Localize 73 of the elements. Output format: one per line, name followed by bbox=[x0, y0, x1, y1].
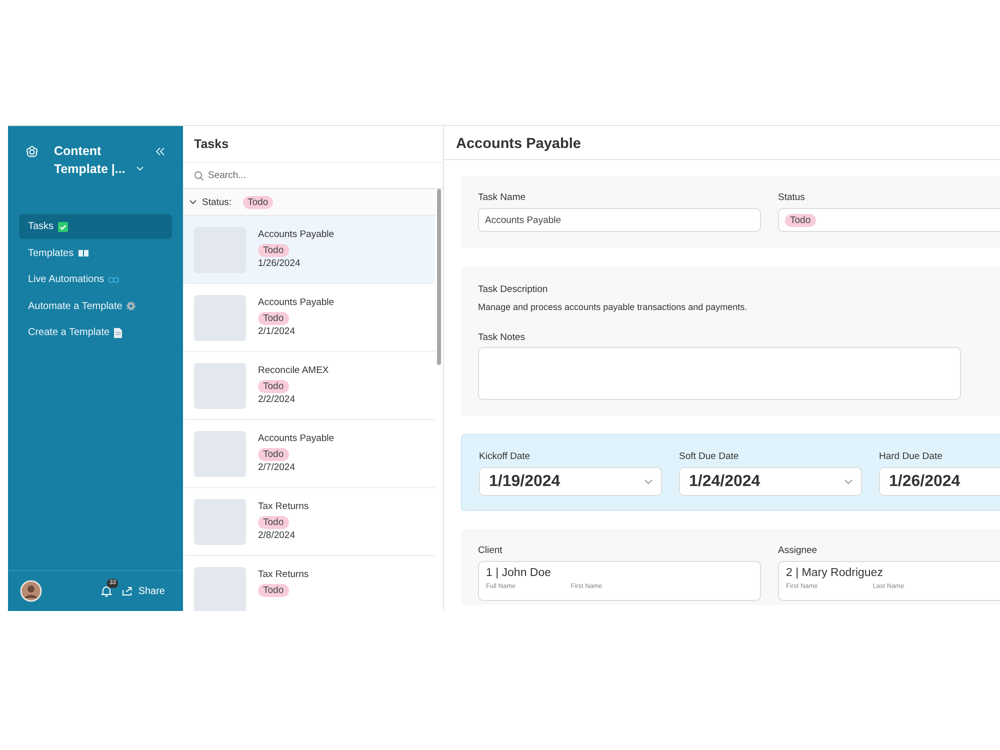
task-name-field[interactable]: Accounts Payable bbox=[478, 208, 761, 232]
thumbnail-placeholder bbox=[194, 499, 246, 545]
nav-item[interactable]: Automate a Template bbox=[19, 294, 172, 318]
task-date: 1/26/2024 bbox=[258, 258, 302, 269]
status-tag: Todo bbox=[785, 214, 816, 226]
panel-title: Tasks bbox=[183, 126, 443, 163]
nav-item[interactable]: Live Automations bbox=[19, 267, 172, 292]
task-title: Reconcile AMEX bbox=[258, 365, 329, 376]
description-text: Manage and process accounts payable transactions and payments. bbox=[478, 302, 748, 312]
status-tag: Todo bbox=[258, 380, 289, 393]
field-label: Client bbox=[478, 545, 504, 556]
nav-item[interactable]: Templates bbox=[19, 240, 172, 266]
task-title: Accounts Payable bbox=[258, 433, 334, 444]
caret-icon bbox=[844, 478, 853, 484]
task-date: 2/8/2024 bbox=[258, 530, 296, 541]
collapse-icon[interactable] bbox=[155, 147, 165, 156]
thumbnail-placeholder bbox=[194, 295, 246, 341]
bell-icon[interactable] bbox=[101, 585, 112, 597]
status-field[interactable]: Todo bbox=[778, 208, 1000, 232]
status-tag: Todo bbox=[258, 312, 289, 325]
scrollbar[interactable] bbox=[437, 189, 441, 365]
detail-title: Accounts Payable bbox=[444, 126, 1000, 160]
checkmark-icon bbox=[58, 222, 68, 232]
avatar[interactable] bbox=[20, 580, 42, 602]
date-field[interactable]: 1/19/2024 bbox=[479, 467, 662, 496]
search-icon bbox=[194, 170, 204, 180]
task-date: 2/2/2024 bbox=[258, 394, 296, 405]
field-label: Task Description bbox=[478, 284, 549, 295]
status-tag: Todo bbox=[258, 516, 289, 529]
search-field[interactable]: Search... bbox=[208, 170, 408, 181]
caret-icon[interactable] bbox=[189, 199, 197, 205]
task-date: 2/1/2024 bbox=[258, 326, 296, 337]
share-button[interactable]: Share bbox=[122, 586, 171, 596]
task-title: Accounts Payable bbox=[258, 229, 334, 240]
task-item[interactable]: Accounts Payable Todo 2/1/2024 bbox=[183, 284, 435, 352]
field-label: Status bbox=[778, 192, 806, 203]
link-icon bbox=[108, 276, 120, 282]
document-icon bbox=[114, 328, 122, 338]
date-field[interactable]: 1/26/2024 bbox=[879, 467, 1000, 496]
status-tag: Todo bbox=[242, 196, 274, 208]
field-label: Task Name bbox=[478, 192, 527, 203]
nav-item[interactable]: Create a Template bbox=[19, 320, 172, 345]
share-icon bbox=[122, 586, 134, 596]
task-item[interactable]: Accounts Payable Todo 2/7/2024 bbox=[183, 420, 435, 488]
person-value: 1 | John Doe bbox=[486, 567, 552, 579]
field-label: Assignee bbox=[778, 545, 818, 556]
book-icon bbox=[78, 249, 89, 257]
person-value: 2 | Mary Rodriguez bbox=[786, 567, 884, 579]
group-label: Status: bbox=[202, 196, 232, 208]
gear-icon bbox=[126, 301, 136, 311]
flower-icon bbox=[25, 145, 39, 159]
status-tag: Todo bbox=[258, 448, 289, 461]
field-label: Kickoff Date bbox=[479, 451, 532, 462]
status-tag: Todo bbox=[258, 584, 289, 597]
date-field[interactable]: 1/24/2024 bbox=[679, 467, 862, 496]
task-item[interactable]: Reconcile AMEX Todo 2/2/2024 bbox=[183, 352, 435, 420]
task-item[interactable]: Tax Returns Todo bbox=[183, 556, 435, 611]
task-title: Tax Returns bbox=[258, 501, 309, 512]
field-label: Hard Due Date bbox=[879, 451, 944, 462]
notes-field[interactable] bbox=[478, 347, 961, 400]
task-title: Accounts Payable bbox=[258, 297, 334, 308]
task-item[interactable]: Tax Returns Todo 2/8/2024 bbox=[183, 488, 435, 556]
workspace-title[interactable]: Content Template |... bbox=[54, 142, 130, 178]
field-label: Soft Due Date bbox=[679, 451, 740, 462]
task-date: 2/7/2024 bbox=[258, 462, 296, 473]
task-item[interactable]: Accounts Payable Todo 1/26/2024 bbox=[183, 216, 435, 284]
nav-item[interactable]: Tasks bbox=[19, 214, 172, 239]
thumbnail-placeholder bbox=[194, 431, 246, 477]
status-tag: Todo bbox=[258, 244, 289, 257]
thumbnail-placeholder bbox=[194, 363, 246, 409]
caret-icon bbox=[644, 478, 653, 484]
field-label: Task Notes bbox=[478, 332, 526, 343]
task-title: Tax Returns bbox=[258, 569, 309, 580]
